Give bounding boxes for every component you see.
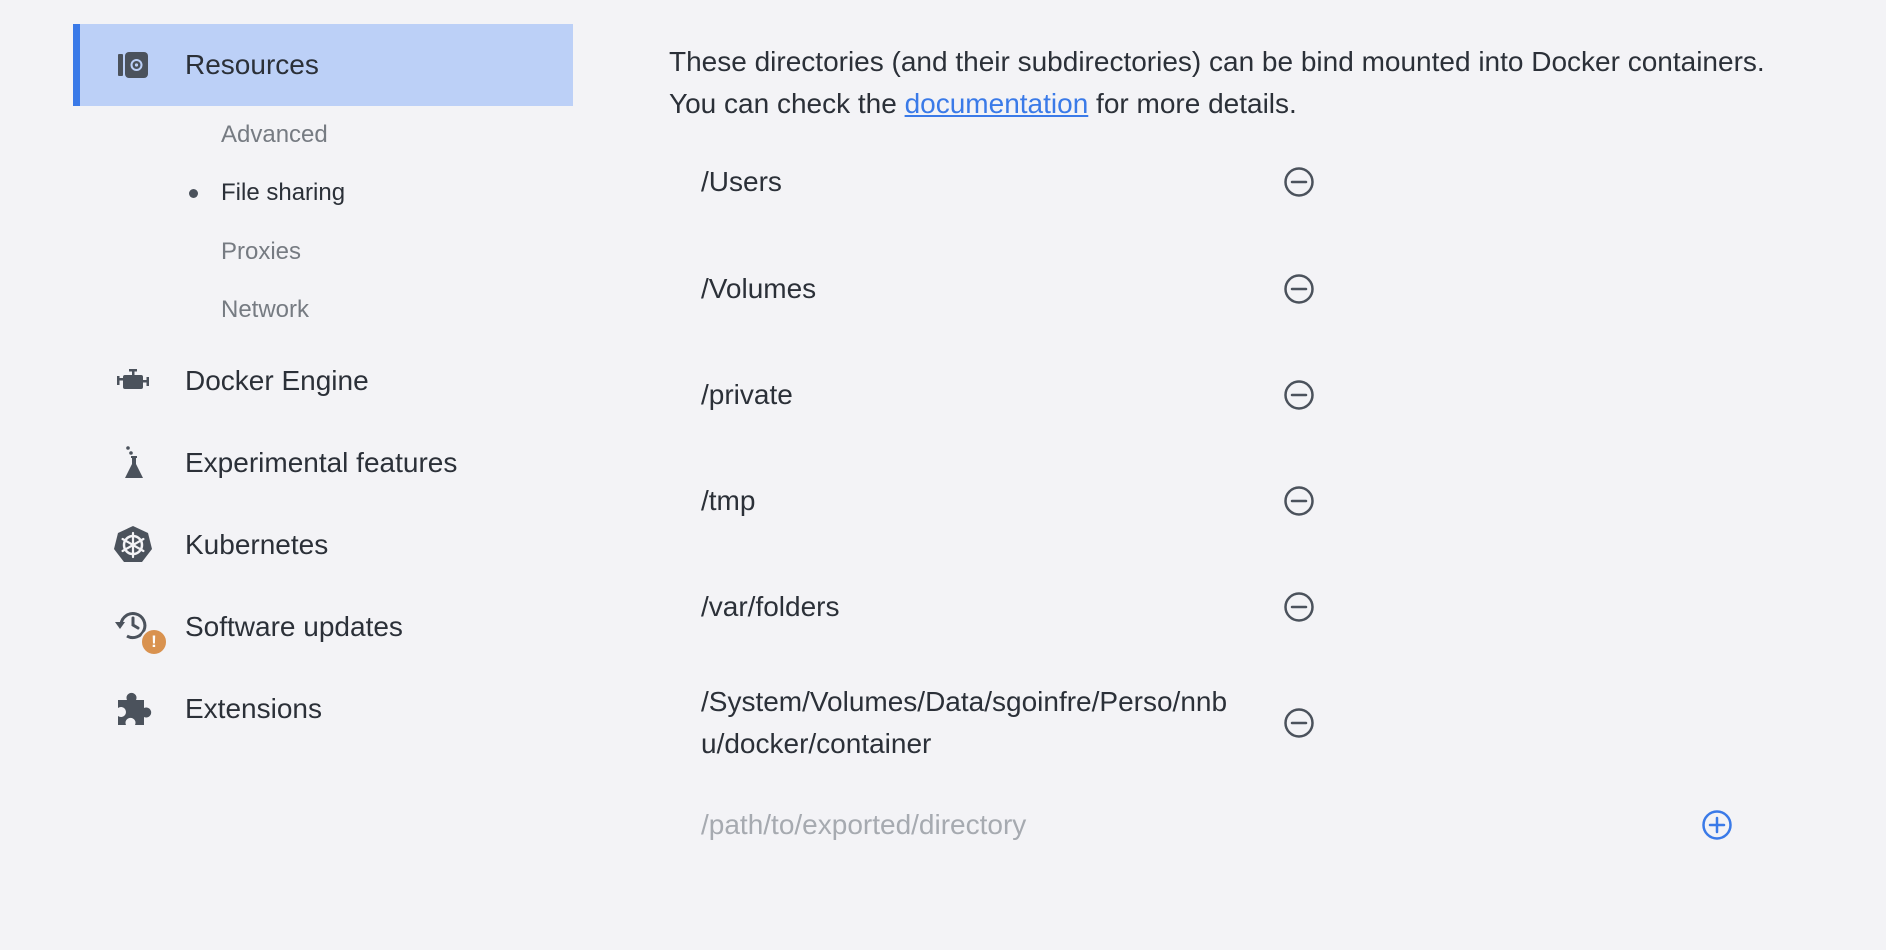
add-circle-icon (1702, 810, 1732, 840)
settings-sidebar: Resources Advanced File sharing Proxies … (0, 0, 580, 950)
remove-directory-button[interactable] (1283, 707, 1315, 739)
sidebar-item-label: Software updates (185, 611, 403, 642)
sidebar-item-label: Kubernetes (185, 529, 329, 560)
add-directory-row (701, 804, 1751, 848)
remove-circle-icon (1284, 380, 1314, 410)
puzzle-piece-icon (113, 689, 153, 729)
engine-icon (113, 361, 153, 401)
sidebar-item-experimental-features[interactable]: Experimental features (73, 422, 573, 504)
remove-directory-button[interactable] (1283, 485, 1315, 517)
sidebar-item-label: Extensions (185, 693, 322, 724)
directory-path: /System/Volumes/Data/sgoinfre/Perso/nnbu… (701, 686, 1228, 759)
kubernetes-helm-icon (113, 525, 153, 565)
directory-path: /var/folders (701, 591, 840, 622)
sidebar-subitem-file-sharing[interactable]: File sharing (221, 173, 345, 213)
directory-path: /private (701, 379, 793, 410)
sidebar-item-resources[interactable]: Resources (73, 24, 573, 106)
sidebar-item-kubernetes[interactable]: Kubernetes (73, 504, 573, 586)
resources-icon (113, 45, 153, 85)
remove-directory-button[interactable] (1283, 166, 1315, 198)
sidebar-item-software-updates[interactable]: ! Software updates (73, 586, 573, 668)
file-sharing-panel: These directories (and their subdirector… (669, 0, 1849, 950)
current-page-bullet (189, 189, 198, 198)
sidebar-subitem-network[interactable]: Network (221, 290, 309, 330)
sidebar-subitem-advanced[interactable]: Advanced (221, 115, 328, 155)
sidebar-subitem-proxies[interactable]: Proxies (221, 232, 301, 272)
warning-badge-icon: ! (140, 628, 168, 656)
directory-path: /Users (701, 166, 782, 197)
sidebar-item-label: Resources (185, 49, 319, 80)
directory-path: /Volumes (701, 273, 817, 304)
add-directory-button[interactable] (1701, 809, 1733, 841)
sidebar-item-extensions[interactable]: Extensions (73, 668, 573, 750)
flask-icon (113, 443, 153, 483)
sidebar-item-label: Experimental features (185, 447, 458, 478)
file-sharing-description: These directories (and their subdirector… (669, 41, 1789, 125)
new-directory-path-input[interactable] (701, 804, 1601, 846)
sidebar-item-label: Docker Engine (185, 365, 369, 396)
remove-circle-icon (1284, 708, 1314, 738)
sidebar-item-docker-engine[interactable]: Docker Engine (73, 340, 573, 422)
docker-settings: Resources Advanced File sharing Proxies … (0, 0, 1886, 950)
remove-directory-button[interactable] (1283, 591, 1315, 623)
directory-path: /tmp (701, 485, 756, 516)
documentation-link[interactable]: documentation (905, 88, 1089, 119)
remove-circle-icon (1284, 486, 1314, 516)
remove-circle-icon (1284, 592, 1314, 622)
remove-directory-button[interactable] (1283, 273, 1315, 305)
remove-circle-icon (1284, 274, 1314, 304)
description-text-end: for more details. (1088, 88, 1297, 119)
remove-circle-icon (1284, 167, 1314, 197)
remove-directory-button[interactable] (1283, 379, 1315, 411)
